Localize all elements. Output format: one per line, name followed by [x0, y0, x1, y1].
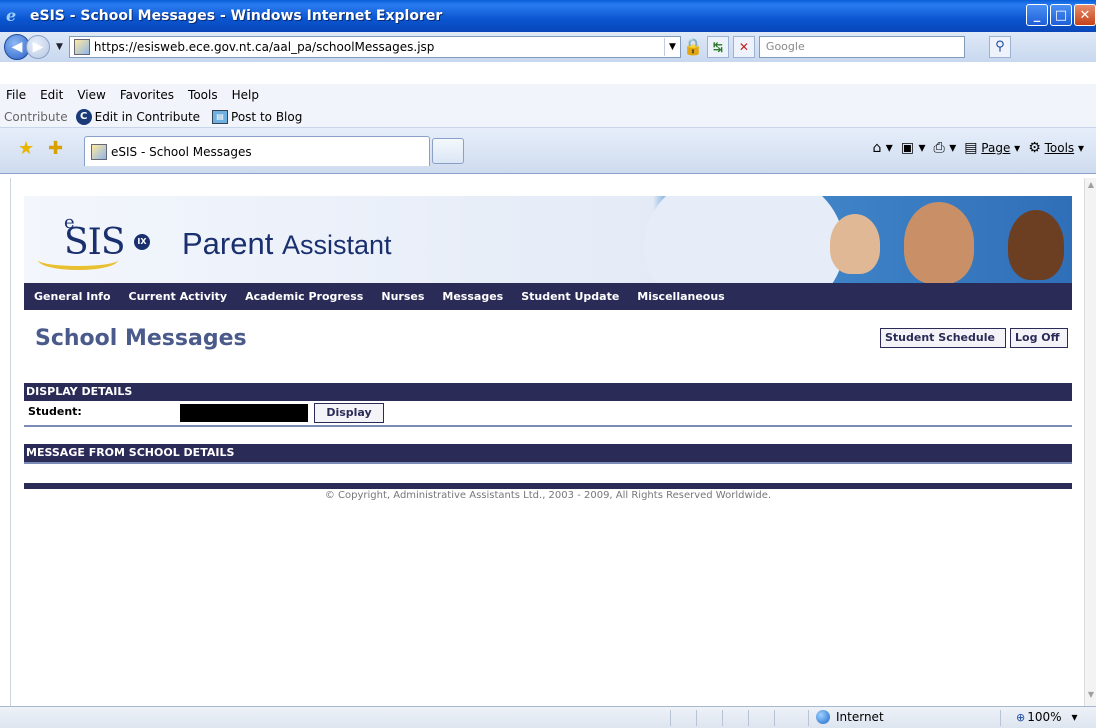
status-divider — [774, 710, 775, 726]
tab-bar: ★ ✚ eSIS - School Messages ⌂ ▾ ▣ ▾ ⎙ ▾ ▤… — [0, 128, 1096, 174]
nav-nurses[interactable]: Nurses — [381, 290, 424, 303]
tab-favicon-icon — [91, 143, 107, 160]
page-icon: ▤ — [964, 140, 978, 156]
student-row: Student: Display — [24, 403, 1072, 427]
globe-icon — [816, 710, 830, 724]
status-divider — [696, 710, 697, 726]
print-icon[interactable]: ⎙ ▾ — [934, 140, 957, 156]
window-titlebar: e eSIS - School Messages - Windows Inter… — [0, 0, 1096, 32]
contribute-label: Contribute — [4, 109, 68, 124]
footer-line — [24, 483, 1072, 489]
menu-tools[interactable]: Tools — [188, 88, 218, 102]
status-divider — [722, 710, 723, 726]
zoom-dropdown-icon: ▾ — [1071, 710, 1078, 724]
title-main: Parent — [182, 226, 274, 261]
logo-swoosh — [38, 250, 118, 270]
page-menu-label: Page — [981, 141, 1011, 155]
window-title: eSIS - School Messages - Windows Interne… — [30, 8, 443, 24]
address-dropdown-icon[interactable]: ▼ — [663, 38, 680, 56]
main-nav: General Info Current Activity Academic P… — [24, 283, 1072, 310]
address-toolbar: ◀ ▶ ▼ https://esisweb.ece.gov.nt.ca/aal_… — [0, 32, 1096, 62]
scroll-down-icon[interactable]: ▼ — [1086, 690, 1096, 704]
gear-icon: ⚙ — [1028, 140, 1041, 156]
status-divider — [670, 710, 671, 726]
menu-edit[interactable]: Edit — [40, 88, 63, 102]
post-to-blog-button[interactable]: ▤ Post to Blog — [212, 109, 303, 124]
stop-button[interactable]: ✕ — [732, 36, 755, 58]
student-select[interactable] — [180, 404, 308, 422]
nav-miscellaneous[interactable]: Miscellaneous — [637, 290, 724, 303]
nav-current-activity[interactable]: Current Activity — [129, 290, 228, 303]
forward-button[interactable]: ▶ — [26, 35, 50, 59]
tab-school-messages[interactable]: eSIS - School Messages — [84, 136, 430, 166]
status-divider — [748, 710, 749, 726]
edit-in-contribute-label: Edit in Contribute — [94, 109, 201, 124]
message-details-divider — [24, 462, 1072, 464]
zoom-level: 100% — [1027, 710, 1062, 724]
home-icon[interactable]: ⌂ ▾ — [872, 140, 892, 156]
student-photo-2 — [904, 202, 974, 284]
search-input[interactable]: Google — [758, 36, 965, 58]
vertical-scrollbar[interactable]: ▲ ▼ — [1084, 178, 1096, 706]
zoom-control[interactable]: ⊕ 100% ▾ — [1016, 710, 1078, 724]
copyright-text: © Copyright, Administrative Assistants L… — [324, 490, 772, 501]
status-bar: Internet ⊕ 100% ▾ — [0, 706, 1096, 728]
menu-favorites[interactable]: Favorites — [120, 88, 174, 102]
window-controls: _ □ ✕ — [1026, 4, 1096, 26]
nav-academic-progress[interactable]: Academic Progress — [245, 290, 363, 303]
parent-assistant-title: Parent Assistant — [182, 226, 392, 262]
lock-icon[interactable]: 🔒 — [683, 37, 703, 57]
security-zone[interactable]: Internet — [816, 710, 884, 724]
post-to-blog-label: Post to Blog — [231, 109, 303, 124]
tab-title: eSIS - School Messages — [111, 144, 252, 159]
new-tab-button[interactable] — [432, 138, 464, 164]
tools-menu-label: Tools — [1044, 141, 1075, 155]
student-label: Student: — [28, 405, 82, 418]
page-favicon-icon — [73, 39, 90, 55]
zone-label: Internet — [836, 710, 884, 724]
command-bar: ⌂ ▾ ▣ ▾ ⎙ ▾ ▤ Page ▾ ⚙ Tools ▾ — [872, 140, 1084, 156]
menu-help[interactable]: Help — [232, 88, 259, 102]
refresh-button[interactable]: ↹ — [706, 36, 729, 58]
page-title: School Messages — [35, 326, 247, 351]
nav-student-update[interactable]: Student Update — [521, 290, 619, 303]
maximize-button[interactable]: □ — [1050, 4, 1072, 26]
menu-view[interactable]: View — [77, 88, 105, 102]
scroll-up-icon[interactable]: ▲ — [1086, 180, 1096, 194]
nav-messages[interactable]: Messages — [442, 290, 503, 303]
ie-logo-icon: e — [6, 6, 17, 25]
feeds-icon[interactable]: ▣ ▾ — [901, 140, 926, 156]
log-off-button[interactable]: Log Off — [1010, 328, 1068, 348]
add-favorites-icon[interactable]: ✚ — [48, 138, 63, 159]
display-button[interactable]: Display — [314, 403, 384, 423]
esis-banner: e SIS IX Parent Assistant — [24, 196, 1072, 284]
contribute-toolbar: Contribute C Edit in Contribute ▤ Post t… — [0, 106, 1096, 128]
history-dropdown-icon[interactable]: ▼ — [56, 42, 63, 52]
blog-icon: ▤ — [212, 109, 229, 124]
student-photo-1 — [830, 214, 880, 274]
favorites-star-icon[interactable]: ★ — [18, 138, 34, 159]
title-sub: Assistant — [281, 230, 392, 260]
ix-logo-icon: IX — [134, 234, 150, 250]
nav-general-info[interactable]: General Info — [34, 290, 111, 303]
display-details-header: DISPLAY DETAILS — [24, 383, 1072, 401]
menu-file[interactable]: File — [6, 88, 26, 102]
address-bar[interactable]: https://esisweb.ece.gov.nt.ca/aal_pa/sch… — [68, 36, 681, 58]
student-schedule-button[interactable]: Student Schedule — [880, 328, 1006, 348]
banner-curve — [644, 196, 844, 284]
search-icon[interactable]: ⚲ — [988, 36, 1011, 58]
page-menu[interactable]: ▤ Page ▾ — [964, 140, 1020, 156]
menu-bar: File Edit View Favorites Tools Help — [0, 84, 1096, 106]
status-divider — [1000, 710, 1001, 726]
contribute-icon: C — [75, 108, 92, 125]
status-divider — [808, 710, 809, 726]
student-photo-3 — [1008, 210, 1064, 280]
tools-menu[interactable]: ⚙ Tools ▾ — [1028, 140, 1084, 156]
close-button[interactable]: ✕ — [1074, 4, 1096, 26]
zoom-icon: ⊕ — [1016, 710, 1026, 724]
message-details-header: MESSAGE FROM SCHOOL DETAILS — [24, 444, 1072, 462]
minimize-button[interactable]: _ — [1026, 4, 1048, 26]
address-url[interactable]: https://esisweb.ece.gov.nt.ca/aal_pa/sch… — [94, 40, 664, 54]
edit-in-contribute-button[interactable]: C Edit in Contribute — [75, 108, 201, 125]
